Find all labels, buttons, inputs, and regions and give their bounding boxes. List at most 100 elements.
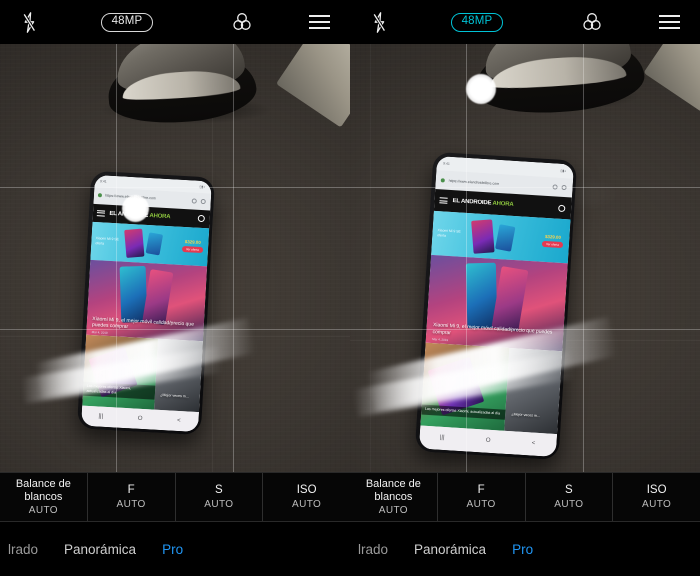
hero-phone-image-2	[142, 268, 174, 325]
filters-icon	[233, 13, 251, 30]
pro-control-label: F	[127, 483, 135, 496]
filters-icon	[583, 13, 601, 30]
photographed-phone-right: 9:41 ▯▮◗ https://www.elandroidelibre.com…	[414, 151, 578, 461]
flash-off-icon	[22, 11, 36, 33]
megapixel-toggle-right[interactable]: 48MP	[408, 0, 546, 44]
second-article: Las mejores ofertas Xiaomi, actualizadas…	[81, 334, 203, 413]
ad-price: $329.00	[184, 239, 201, 246]
pro-control-label: S	[215, 483, 223, 496]
viewfinder-left[interactable]: 9:41 ▯▮◗ https://www.elandroidelibre.com…	[0, 44, 350, 472]
pro-control-label: Balance de blancos	[15, 477, 71, 503]
pro-control-iso[interactable]: ISO AUTO	[613, 473, 700, 521]
hero-article: Xiaomi Mi 9, el mejor móvil calidad/prec…	[425, 254, 568, 352]
pro-control-label: Balance de blancos	[365, 477, 421, 503]
mode-tab-pro[interactable]: Pro	[162, 542, 183, 557]
ad-banner: Xiaomi Mi 9 SE oferta $329.00 Ver oferta	[89, 222, 209, 267]
viewfinder-right[interactable]: 9:41 ▯▮◗ https://www.elandroidelibre.com…	[350, 44, 700, 472]
shoe-object	[102, 44, 270, 129]
mode-selector-right: lrado Panorámica Pro	[350, 522, 700, 576]
nav-recents-icon: |||	[439, 435, 445, 442]
hero-phone-image-2	[491, 266, 529, 332]
pro-control-label: F	[477, 483, 485, 496]
pro-control-value: AUTO	[466, 499, 496, 511]
ad-price: $329.00	[544, 233, 562, 240]
flash-toggle-right[interactable]	[350, 0, 408, 44]
ad-price-block: $329.00 Ver oferta	[541, 233, 564, 248]
pro-control-shutter-speed[interactable]: S AUTO	[526, 473, 614, 521]
browser-icons	[552, 184, 567, 191]
status-time: 9:41	[99, 179, 107, 184]
pro-control-white-balance[interactable]: Balance de blancos AUTO	[0, 473, 88, 521]
nav-home-icon: O	[485, 437, 491, 445]
mode-tab-pro[interactable]: Pro	[512, 542, 533, 557]
ad-phone-image	[124, 228, 146, 258]
hero-article: Xiaomi Mi 9, el mejor móvil calidad/prec…	[85, 259, 207, 342]
site-menu-icon	[439, 197, 448, 205]
url-text: https://www.elandroidelibre.com	[448, 178, 500, 186]
pro-controls-left: Balance de blancos AUTO F AUTO S AUTO IS…	[0, 472, 350, 522]
hamburger-menu-icon	[658, 15, 680, 29]
mode-tab-enfocado[interactable]: lrado	[8, 542, 38, 557]
pro-control-value: AUTO	[292, 499, 322, 511]
hamburger-menu-icon	[308, 15, 330, 29]
megapixel-badge-label: 48MP	[450, 12, 504, 32]
flash-toggle-left[interactable]	[0, 0, 58, 44]
pro-control-value: AUTO	[642, 499, 672, 511]
site-logo: EL ANDROIDE AHORA	[452, 198, 514, 209]
filters-button-left[interactable]	[196, 0, 288, 44]
ad-banner-text: Xiaomi Mi 9 SE oferta	[95, 235, 119, 246]
site-search-icon	[558, 204, 566, 212]
ad-phone-image-2	[145, 232, 163, 256]
mode-tab-enfocado[interactable]: lrado	[358, 542, 388, 557]
site-menu-icon	[96, 210, 106, 217]
pro-control-value: AUTO	[554, 499, 584, 511]
light-reflection-dot	[466, 74, 496, 104]
nav-home-icon: O	[137, 415, 143, 422]
pro-control-label: S	[565, 483, 573, 496]
lock-icon	[97, 193, 103, 198]
pro-control-white-balance[interactable]: Balance de blancos AUTO	[350, 473, 438, 521]
settings-menu-button-left[interactable]	[288, 0, 350, 44]
top-toolbar-left: 48MP	[0, 0, 350, 44]
pro-control-iso[interactable]: ISO AUTO	[263, 473, 350, 521]
hero-date: Mar 4, 2019	[432, 337, 449, 343]
pro-control-shutter-speed[interactable]: S AUTO	[176, 473, 264, 521]
ad-phone-image-2	[495, 224, 517, 252]
ad-price-block: $329.00 Ver oferta	[181, 239, 204, 254]
pro-control-aperture[interactable]: F AUTO	[88, 473, 176, 521]
pro-control-aperture[interactable]: F AUTO	[438, 473, 526, 521]
mode-tab-panoramica[interactable]: Panorámica	[414, 542, 486, 557]
ad-cta-button: Ver oferta	[541, 240, 564, 248]
comparison-screenshot: 48MP 9:41 ▯▮◗ EL AHORA Xiaomi Mi 9 SE of…	[0, 0, 700, 576]
pro-control-value: AUTO	[28, 505, 58, 517]
status-icons: ▯▮◗	[560, 168, 567, 173]
hero-date: Mar 4, 2019	[91, 329, 108, 335]
megapixel-badge-label: 48MP	[100, 12, 154, 32]
settings-menu-button-right[interactable]	[638, 0, 700, 44]
site-search-icon	[197, 215, 205, 223]
camera-panel-right: 48MP 9:41 ▯▮◗ https://www.elandroidelibr…	[350, 0, 700, 576]
hero-headline: Xiaomi Mi 9, el mejor móvil calidad/prec…	[432, 322, 553, 337]
filters-button-right[interactable]	[546, 0, 638, 44]
status-time: 9:41	[443, 161, 450, 166]
nav-back-icon: <	[176, 417, 181, 425]
mode-tab-panoramica[interactable]: Panorámica	[64, 542, 136, 557]
megapixel-toggle-left[interactable]: 48MP	[58, 0, 196, 44]
pro-control-label: ISO	[646, 483, 667, 496]
mode-selector-left: lrado Panorámica Pro	[0, 522, 350, 576]
pro-control-value: AUTO	[204, 499, 234, 511]
phone-screen-content-right: 9:41 ▯▮◗ https://www.elandroidelibre.com…	[418, 155, 574, 457]
browser-icons	[191, 198, 206, 204]
flash-off-icon	[372, 11, 386, 33]
camera-panel-left: 48MP 9:41 ▯▮◗ EL AHORA Xiaomi Mi 9 SE of…	[0, 0, 350, 576]
pro-control-value: AUTO	[378, 505, 408, 517]
lock-icon	[440, 178, 445, 183]
floor-seam	[370, 44, 371, 472]
nav-back-icon: <	[531, 440, 536, 448]
light-reflection-dot	[122, 195, 149, 222]
top-toolbar-right: 48MP	[350, 0, 700, 44]
pro-controls-right: Balance de blancos AUTO F AUTO S AUTO IS…	[350, 472, 700, 522]
shoe-object	[470, 44, 647, 120]
ad-cta-button: Ver oferta	[181, 246, 204, 254]
pro-control-label: ISO	[296, 483, 317, 496]
